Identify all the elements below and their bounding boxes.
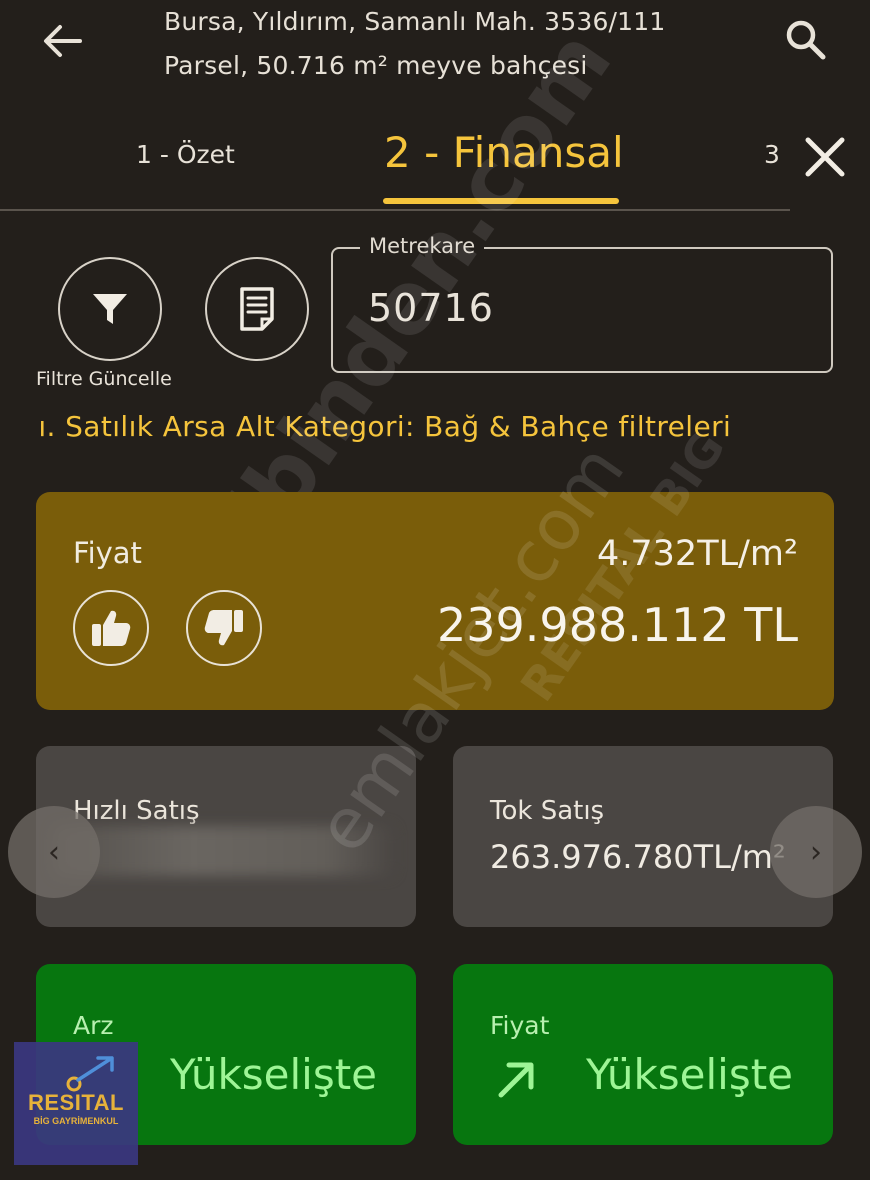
- price-trend-value: Yükselişte: [586, 1050, 794, 1099]
- page-title-line2: Parsel, 50.716 m² meyve bahçesi: [164, 51, 588, 80]
- back-button[interactable]: [40, 18, 86, 64]
- metrekare-field-value[interactable]: 50716: [368, 286, 494, 330]
- price-per-m2: 4.732TL/m²: [597, 534, 798, 574]
- document-button[interactable]: [205, 257, 309, 361]
- like-button[interactable]: [73, 590, 149, 666]
- close-button[interactable]: [800, 132, 850, 182]
- supply-trend-value: Yükselişte: [170, 1050, 378, 1099]
- search-icon: [786, 20, 826, 60]
- tab-divider: [0, 209, 790, 211]
- active-tab-indicator: [383, 198, 619, 204]
- tab-finansal[interactable]: 2 - Finansal: [384, 128, 624, 177]
- bulk-sale-label: Tok Satış: [490, 796, 605, 826]
- price-total: 239.988.112 TL: [437, 598, 798, 652]
- logo-name: RESITAL: [28, 1090, 124, 1115]
- carousel-next-button[interactable]: ›: [770, 806, 862, 898]
- arrow-up-right-icon: [494, 1056, 540, 1102]
- filter-info-marquee: ıdı. Satılık Arsa Alt Kategori: Bağ & Ba…: [36, 410, 836, 454]
- search-button[interactable]: [782, 16, 830, 64]
- filter-update-button[interactable]: [58, 257, 162, 361]
- price-label: Fiyat: [73, 536, 142, 570]
- supply-trend-label: Arz: [73, 1011, 114, 1040]
- close-icon: [805, 137, 845, 177]
- page-title: Bursa, Yıldırım, Samanlı Mah. 3536/111 P…: [164, 0, 724, 88]
- chevron-right-icon: ›: [810, 834, 822, 870]
- arrow-left-icon: [44, 25, 82, 57]
- carousel-prev-button[interactable]: ‹: [8, 806, 100, 898]
- page-title-line1: Bursa, Yıldırım, Samanlı Mah. 3536/111: [164, 7, 666, 36]
- thumbs-up-icon: [92, 610, 131, 646]
- tab-3[interactable]: 3 -: [764, 140, 788, 169]
- dislike-button[interactable]: [186, 590, 262, 666]
- price-trend-label: Fiyat: [490, 1011, 550, 1040]
- filter-info-text: ıdı. Satılık Arsa Alt Kategori: Bağ & Ba…: [36, 410, 732, 443]
- tab-ozet[interactable]: 1 - Özet: [136, 140, 235, 169]
- metrekare-field-label: Metrekare: [360, 234, 485, 258]
- chevron-left-icon: ‹: [48, 834, 60, 870]
- bulk-sale-value: 263.976.780TL/m²: [490, 838, 786, 876]
- quick-sale-label: Hızlı Satış: [73, 796, 200, 826]
- filter-update-label: Filtre Güncelle: [36, 368, 172, 390]
- document-icon: [240, 287, 274, 331]
- logo-subtitle: BİG GAYRİMENKUL: [33, 1116, 119, 1126]
- funnel-icon: [93, 294, 127, 324]
- thumbs-down-icon: [204, 610, 243, 646]
- quick-sale-value-blurred: [54, 826, 394, 876]
